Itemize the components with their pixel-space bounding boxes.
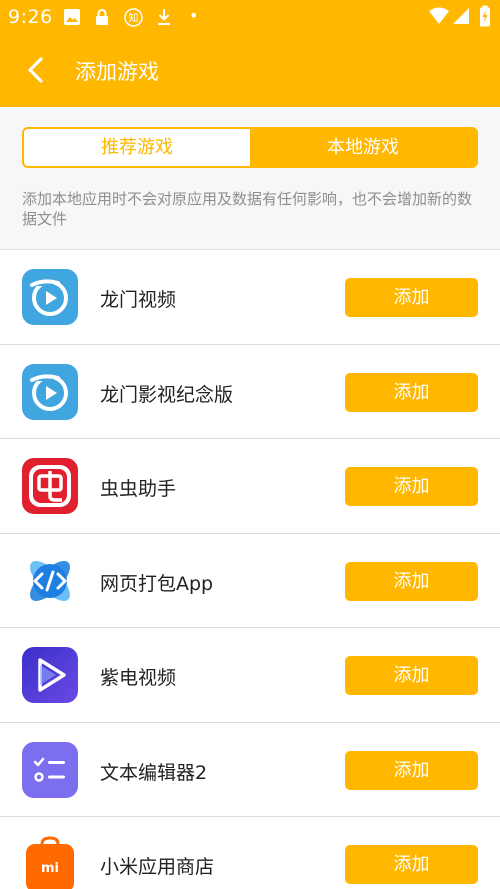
status-bar: 9:26 知 • <box>0 0 500 34</box>
top-app-bar: 9:26 知 • 添加游戏 <box>0 0 500 107</box>
app-name: 龙门视频 <box>100 289 177 311</box>
app-name: 紫电视频 <box>100 667 177 689</box>
add-button[interactable]: 添加 <box>345 750 478 790</box>
status-time: 9:26 <box>8 6 53 28</box>
tab-section: 推荐游戏 本地游戏 添加本地应用时不会对原应用及数据有任何影响，也不会增加新的数… <box>0 107 500 250</box>
notify-badge-text: 知 <box>129 12 139 25</box>
xiaomi-app-store-icon: mi <box>22 836 78 889</box>
cell-signal-icon <box>453 8 469 24</box>
app-name: 小米应用商店 <box>100 856 215 878</box>
add-button[interactable]: 添加 <box>345 561 478 601</box>
title-bar: 添加游戏 <box>0 34 500 107</box>
app-name: 文本编辑器2 <box>100 761 208 784</box>
zhihu-notification-icon: 知 <box>124 8 143 27</box>
notification-dot: • <box>189 6 199 25</box>
add-button[interactable]: 添加 <box>345 372 478 412</box>
list-item: 龙门视频 添加 <box>0 250 500 345</box>
xiaomi-logo-text: mi <box>41 861 59 876</box>
lock-icon <box>96 9 108 25</box>
list-item: 网页打包App 添加 <box>0 534 500 628</box>
game-source-tabs: 推荐游戏 本地游戏 <box>22 127 478 168</box>
list-item: 紫电视频 添加 <box>0 628 500 723</box>
tab-recommended-games[interactable]: 推荐游戏 <box>24 129 250 166</box>
longmen-video-memorial-icon <box>22 363 78 420</box>
app-name: 龙门影视纪念版 <box>100 383 234 406</box>
tab-local-games[interactable]: 本地游戏 <box>250 129 476 166</box>
web-packager-icon <box>22 552 78 609</box>
zidian-video-icon <box>22 647 78 703</box>
info-hint-text: 添加本地应用时不会对原应用及数据有任何影响，也不会增加新的数据文件 <box>22 190 473 228</box>
battery-charging-icon <box>480 5 490 27</box>
list-item: mi 小米应用商店 添加 <box>0 817 500 889</box>
list-item: 虫虫助手 添加 <box>0 439 500 534</box>
add-button[interactable]: 添加 <box>345 845 478 884</box>
local-app-list: 龙门视频 添加 龙门影视纪念版 添加 虫虫助手 添加 网页打包App 添加 紫电… <box>0 250 500 889</box>
text-editor-icon <box>22 741 78 798</box>
arrow-back-icon[interactable] <box>20 54 52 86</box>
download-icon <box>158 9 170 25</box>
list-item: 文本编辑器2 添加 <box>0 723 500 817</box>
app-name: 网页打包App <box>100 572 214 595</box>
gallery-icon <box>64 9 80 25</box>
add-button[interactable]: 添加 <box>345 656 478 695</box>
wifi-icon <box>429 7 449 24</box>
add-button[interactable]: 添加 <box>345 278 478 317</box>
list-item: 龙门影视纪念版 添加 <box>0 345 500 439</box>
chongchong-helper-icon <box>22 458 78 514</box>
longmen-video-icon <box>22 269 78 325</box>
app-name: 虫虫助手 <box>100 478 177 500</box>
add-button[interactable]: 添加 <box>345 467 478 506</box>
page-title: 添加游戏 <box>75 60 159 84</box>
